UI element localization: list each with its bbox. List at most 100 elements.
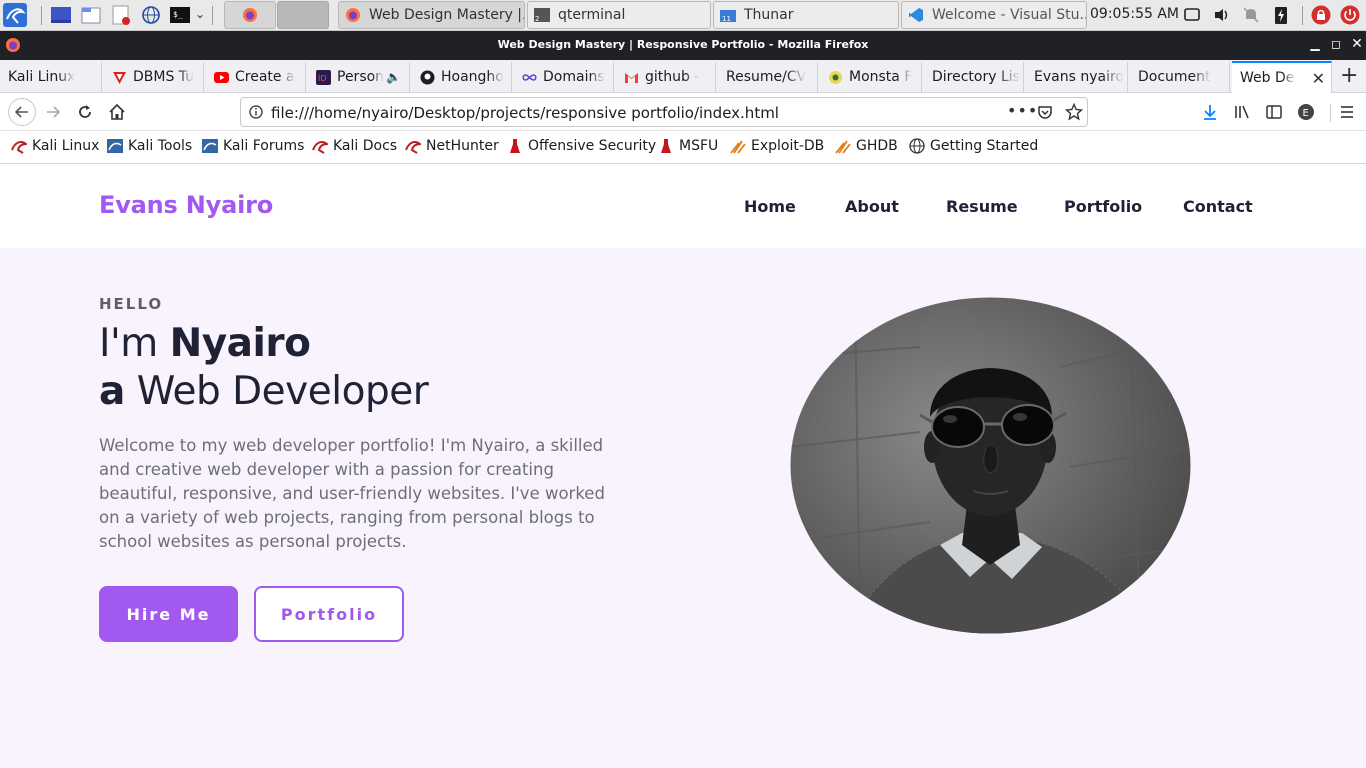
tab-label: Resume/CV bbox=[726, 69, 807, 85]
kali-dragon-icon bbox=[11, 141, 27, 154]
close-window-button[interactable]: ✕ bbox=[1349, 36, 1365, 52]
chevron-down-icon[interactable]: ⌄ bbox=[195, 7, 205, 21]
url-text[interactable]: file:///home/nyairo/Desktop/projects/res… bbox=[271, 104, 779, 122]
tab-label: Monsta F bbox=[849, 69, 913, 85]
task-firefox[interactable]: Web Design Mastery |... bbox=[338, 1, 525, 29]
sidebar-icon[interactable] bbox=[1265, 103, 1283, 121]
bookmark-exploit-db[interactable]: Exploit-DB bbox=[730, 138, 824, 154]
globe-icon bbox=[909, 138, 925, 154]
lock-screen-icon[interactable] bbox=[1311, 5, 1331, 25]
url-bar[interactable]: file:///home/nyairo/Desktop/projects/res… bbox=[240, 97, 1088, 127]
notifications-muted-icon[interactable] bbox=[1243, 6, 1259, 24]
hero-heading-line-2: a Web Developer bbox=[99, 369, 429, 414]
nav-link-portfolio[interactable]: Portfolio bbox=[1064, 197, 1142, 216]
bookmark-star-icon[interactable] bbox=[1065, 103, 1083, 121]
tab-label: Web Desi bbox=[1240, 70, 1296, 86]
ghdb-icon bbox=[835, 140, 851, 154]
power-icon[interactable] bbox=[1340, 5, 1360, 25]
tab-resume-cv[interactable]: Resume/CV bbox=[718, 62, 818, 92]
reload-button[interactable] bbox=[72, 99, 98, 125]
hamburger-menu-icon[interactable] bbox=[1339, 104, 1355, 120]
tab-evans-nyairo[interactable]: Evans nyairo bbox=[1026, 62, 1128, 92]
tab-gmail-github[interactable]: github - bbox=[616, 62, 716, 92]
speaker-icon[interactable]: 🔈 bbox=[386, 70, 401, 84]
ide-favicon-icon: ID bbox=[316, 69, 331, 85]
bookmark-ghdb[interactable]: GHDB bbox=[835, 138, 898, 154]
bookmark-offensive-security[interactable]: Offensive Security bbox=[507, 138, 656, 154]
bookmark-kali-docs[interactable]: Kali Docs bbox=[312, 138, 397, 154]
tab-web-design-mastery[interactable]: Web Desi ✕ bbox=[1232, 61, 1332, 93]
workspace-1[interactable] bbox=[224, 1, 276, 29]
tab-label: Directory Lis bbox=[932, 69, 1020, 85]
minimize-button[interactable]: ▁ bbox=[1307, 36, 1323, 52]
kali-menu-icon[interactable] bbox=[3, 3, 27, 27]
tab-document[interactable]: Document bbox=[1130, 62, 1230, 92]
library-icon[interactable] bbox=[1233, 103, 1251, 121]
workspace-2[interactable] bbox=[277, 1, 329, 29]
site-logo[interactable]: Evans Nyairo bbox=[99, 191, 273, 219]
tab-label: Hoangho bbox=[441, 69, 504, 85]
tab-github-hoangho[interactable]: Hoangho bbox=[412, 62, 512, 92]
terminal-icon[interactable]: $_ bbox=[169, 5, 191, 25]
home-icon bbox=[109, 103, 125, 120]
hero-description: Welcome to my web developer portfolio! I… bbox=[99, 436, 605, 551]
download-icon[interactable] bbox=[1201, 103, 1219, 121]
tab-kali-linux[interactable]: Kali Linux bbox=[0, 62, 102, 92]
forward-button[interactable] bbox=[40, 99, 66, 125]
task-thunar[interactable]: 11 Thunar bbox=[713, 1, 899, 29]
hero-greeting: HELLO bbox=[99, 295, 164, 313]
back-button[interactable] bbox=[8, 98, 36, 126]
tab-youtube[interactable]: Create a bbox=[206, 62, 306, 92]
task-label: Thunar bbox=[744, 7, 794, 23]
tab-label: DBMS Tu bbox=[133, 69, 195, 85]
tab-directory-listing[interactable]: Directory Lis bbox=[924, 62, 1024, 92]
profile-photo bbox=[790, 297, 1191, 634]
tab-label: Kali Linux bbox=[8, 69, 76, 85]
nav-link-contact[interactable]: Contact bbox=[1183, 197, 1253, 216]
hero-heading-name: Nyairo bbox=[169, 321, 311, 366]
nav-link-resume[interactable]: Resume bbox=[946, 197, 1018, 216]
tab-person[interactable]: ID Person 🔈 bbox=[308, 62, 410, 92]
portfolio-button[interactable]: Portfolio bbox=[254, 586, 404, 642]
file-manager-icon[interactable] bbox=[80, 5, 102, 25]
browser-globe-icon[interactable] bbox=[140, 5, 162, 25]
bookmark-kali-tools[interactable]: Kali Tools bbox=[107, 138, 192, 154]
tab-strip: Kali Linux DBMS Tu Create a ID Person 🔈 … bbox=[0, 60, 1366, 93]
close-tab-icon[interactable]: ✕ bbox=[1312, 69, 1325, 88]
info-icon[interactable] bbox=[249, 105, 263, 119]
bookmark-label: Exploit-DB bbox=[751, 138, 825, 154]
tab-label: Evans nyairo bbox=[1034, 69, 1124, 85]
nav-link-about[interactable]: About bbox=[845, 197, 899, 216]
infinity-icon bbox=[522, 73, 537, 81]
account-icon[interactable]: E bbox=[1297, 103, 1315, 121]
hero-heading-line-1: I'm Nyairo bbox=[99, 321, 311, 366]
text-editor-icon[interactable] bbox=[110, 5, 132, 25]
page-actions-icon[interactable]: ••• bbox=[1007, 101, 1038, 120]
home-button[interactable] bbox=[104, 99, 130, 125]
tab-dbms[interactable]: DBMS Tu bbox=[104, 62, 204, 92]
tab-domains[interactable]: Domains bbox=[514, 62, 614, 92]
battery-charging-icon[interactable] bbox=[1273, 5, 1289, 25]
pocket-icon[interactable] bbox=[1037, 104, 1053, 120]
svg-text:ID: ID bbox=[318, 74, 327, 83]
hire-me-button[interactable]: Hire Me bbox=[99, 586, 238, 642]
bookmark-kali-linux[interactable]: Kali Linux bbox=[11, 138, 99, 154]
volume-icon[interactable] bbox=[1213, 7, 1231, 23]
bookmark-label: Kali Linux bbox=[32, 138, 100, 154]
bookmark-getting-started[interactable]: Getting Started bbox=[909, 138, 1038, 154]
clock[interactable]: 09:05:55 AM bbox=[1090, 6, 1179, 22]
nav-link-home[interactable]: Home bbox=[744, 197, 796, 216]
show-desktop-icon[interactable] bbox=[50, 5, 72, 25]
arrow-right-icon bbox=[47, 106, 61, 118]
bookmark-kali-forums[interactable]: Kali Forums bbox=[202, 138, 304, 154]
task-vscode[interactable]: Welcome - Visual Stu... bbox=[901, 1, 1087, 29]
tab-monsta[interactable]: Monsta F bbox=[820, 62, 922, 92]
bookmark-msfu[interactable]: MSFU bbox=[658, 138, 718, 154]
display-icon[interactable] bbox=[1183, 7, 1201, 23]
maximize-button[interactable]: ◻ bbox=[1328, 36, 1344, 52]
window-title: Web Design Mastery | Responsive Portfoli… bbox=[497, 38, 869, 51]
bookmark-nethunter[interactable]: NetHunter bbox=[405, 138, 499, 154]
task-qterminal[interactable]: 2 qterminal bbox=[527, 1, 711, 29]
new-tab-button[interactable]: + bbox=[1340, 63, 1358, 88]
bookmark-label: Kali Forums bbox=[223, 138, 305, 154]
